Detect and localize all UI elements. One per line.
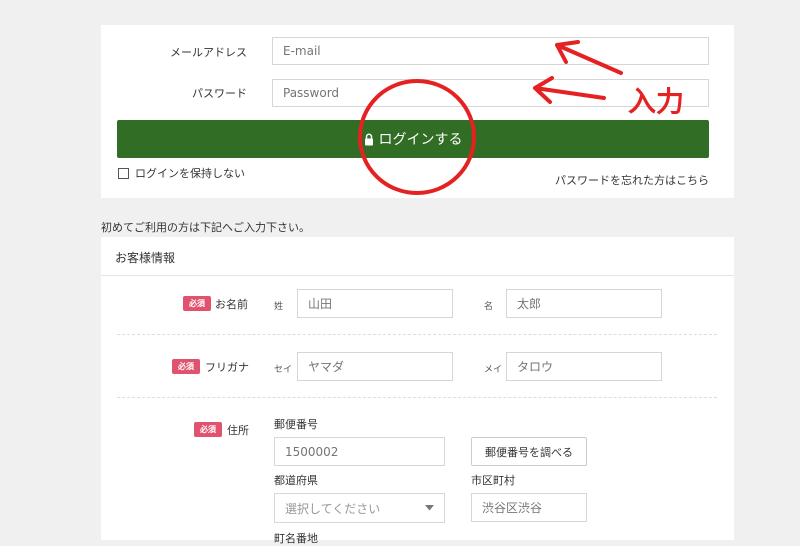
name-label: お名前 (215, 298, 248, 311)
email-arrow-icon (555, 40, 623, 75)
prefecture-select-value: 選択してください (285, 501, 381, 516)
first-kana-label: メイ (484, 365, 503, 375)
required-badge: 必須 (194, 422, 222, 437)
chevron-down-icon (425, 505, 434, 511)
section-title: お客様情報 (115, 251, 176, 265)
required-badge: 必須 (172, 359, 200, 374)
row-divider (117, 334, 717, 335)
row-divider (117, 397, 717, 398)
intro-text: 初めてご利用の方は下記へご入力下さい。 (101, 221, 310, 234)
city-label: 市区町村 (471, 474, 515, 487)
prefecture-select[interactable]: 選択してください (274, 493, 445, 523)
last-name-label: 姓 (274, 302, 284, 312)
prefecture-label: 都道府県 (274, 474, 318, 487)
section-divider (101, 275, 734, 276)
zip-label: 郵便番号 (274, 418, 318, 431)
password-arrow-icon (533, 76, 606, 104)
last-kana-label: セイ (274, 365, 293, 375)
first-name-input[interactable] (506, 289, 662, 318)
town-label: 町名番地 (274, 532, 318, 545)
first-kana-input[interactable] (506, 352, 662, 381)
address-label: 住所 (227, 424, 249, 437)
annotation-label: 入力 (628, 85, 685, 118)
login-highlight-circle (358, 79, 476, 195)
kana-label: フリガナ (205, 361, 249, 374)
required-badge: 必須 (183, 296, 211, 311)
city-input[interactable] (471, 493, 587, 522)
zip-input[interactable] (274, 437, 445, 466)
first-name-label: 名 (484, 302, 494, 312)
last-kana-input[interactable] (297, 352, 453, 381)
last-name-input[interactable] (297, 289, 453, 318)
zip-lookup-button[interactable]: 郵便番号を調べる (471, 437, 587, 466)
